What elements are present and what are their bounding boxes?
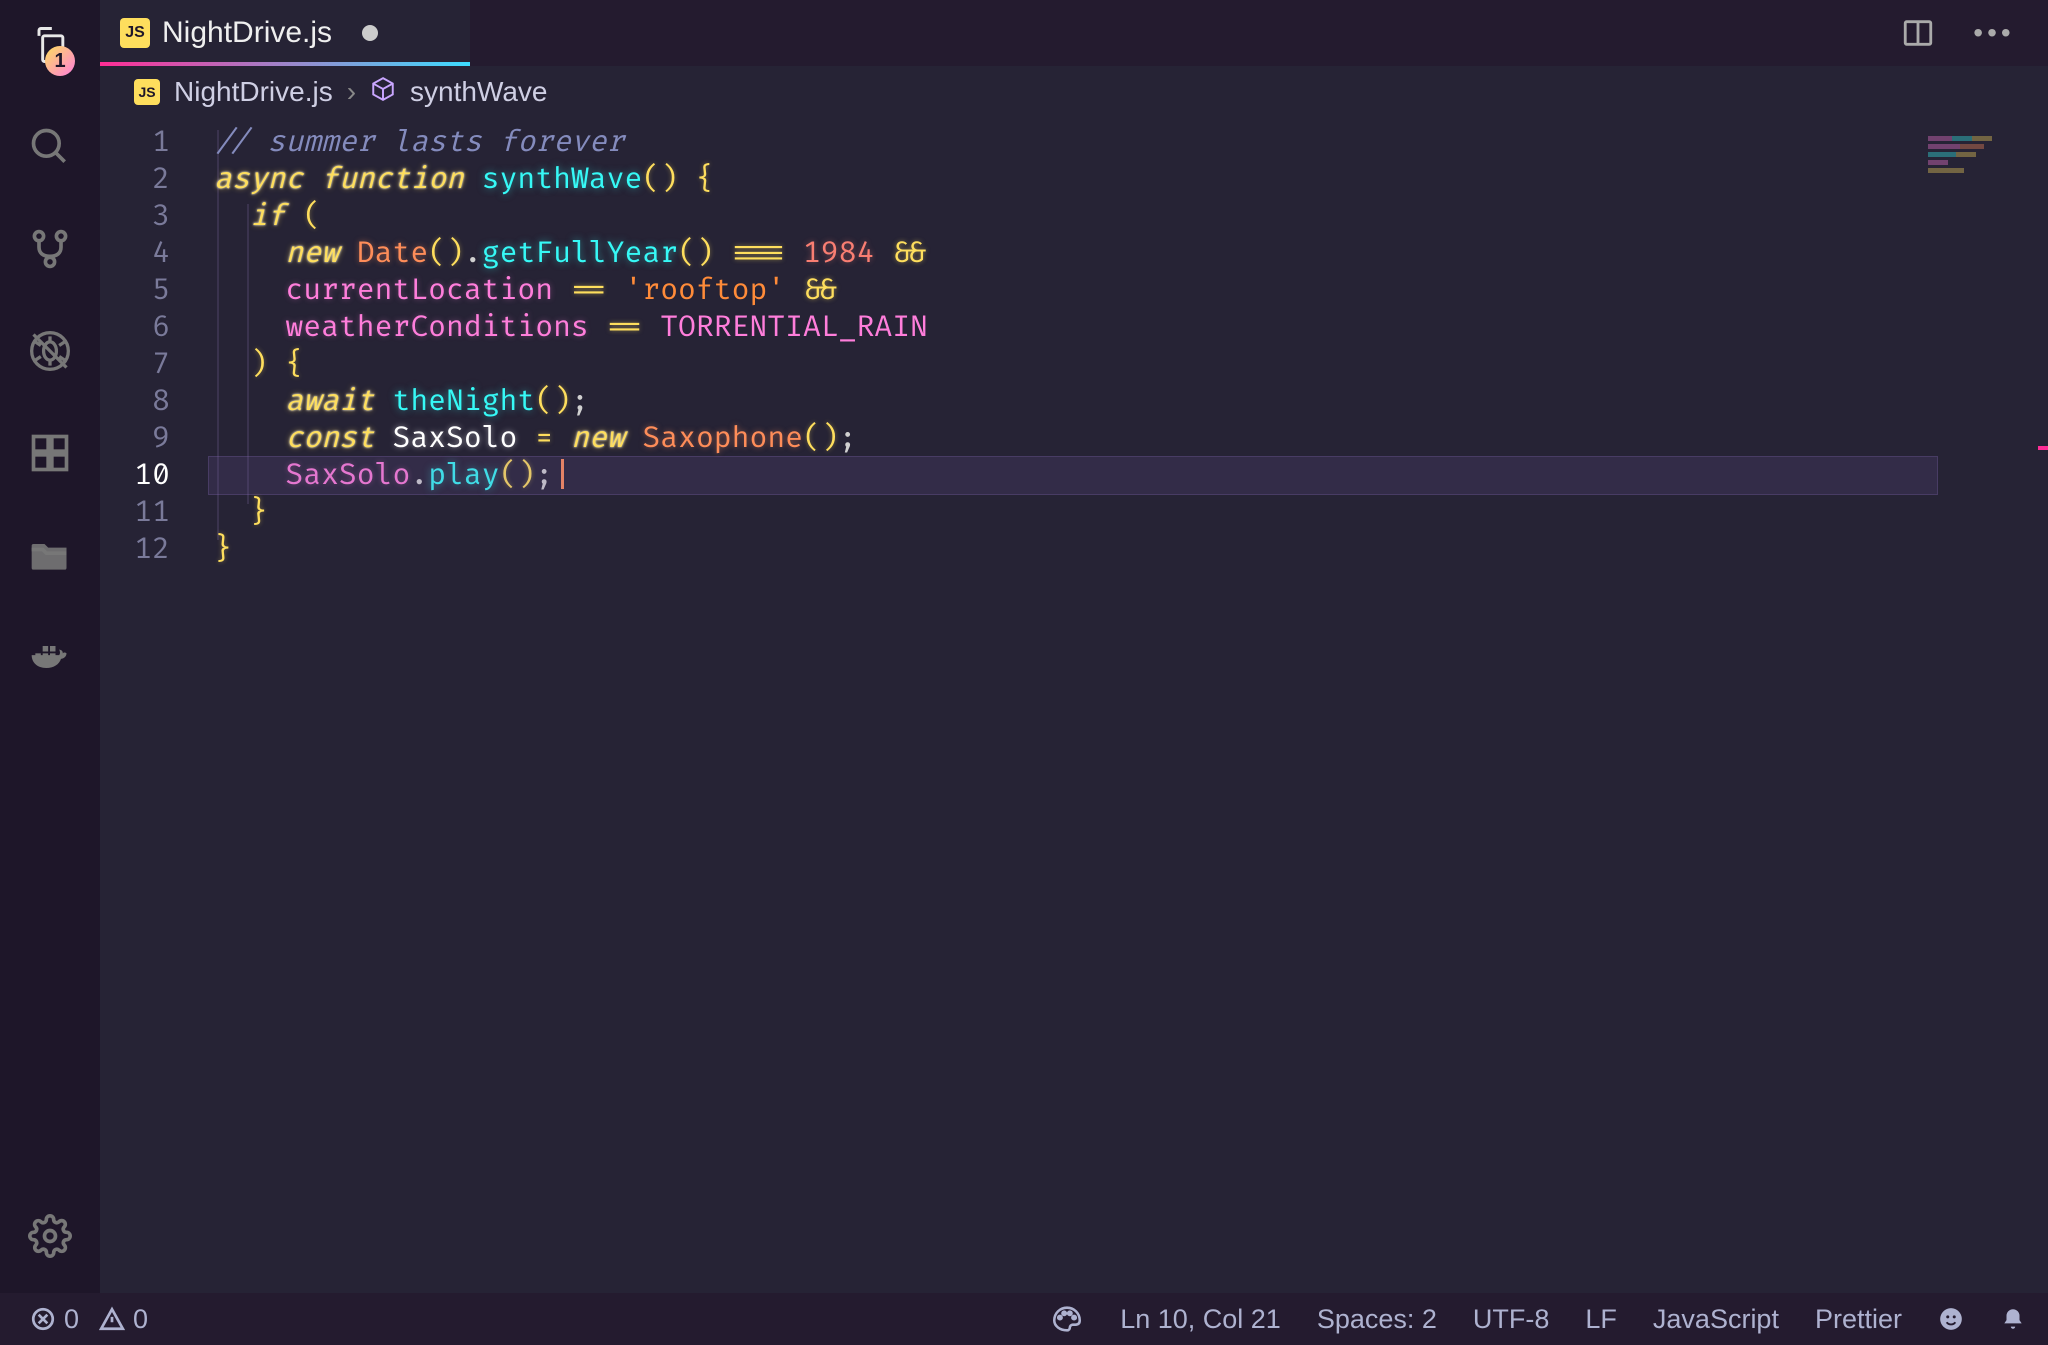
gutter: 1 2 3 4 5 6 7 8 9 10 11 12	[100, 124, 196, 1293]
extensions-icon[interactable]	[23, 426, 77, 480]
source-control-icon[interactable]	[23, 222, 77, 276]
folders-icon[interactable]	[23, 528, 77, 582]
breadcrumb[interactable]: JS NightDrive.js › synthWave	[100, 66, 2048, 118]
js-file-icon: JS	[134, 79, 160, 105]
status-language[interactable]: JavaScript	[1653, 1304, 1779, 1335]
notifications-bell-icon[interactable]	[2000, 1306, 2026, 1332]
tab-label: NightDrive.js	[162, 16, 332, 50]
dirty-dot-icon	[362, 25, 378, 41]
cursor	[561, 459, 564, 489]
color-theme-icon[interactable]	[1050, 1302, 1084, 1336]
status-bar: 0 0 Ln 10, Col 21 Spaces: 2 UTF-8 LF Jav…	[0, 1293, 2048, 1345]
status-indentation[interactable]: Spaces: 2	[1317, 1304, 1437, 1335]
feedback-smiley-icon[interactable]	[1938, 1306, 1964, 1332]
debug-disabled-icon[interactable]	[23, 324, 77, 378]
editor-group: JS NightDrive.js ••• JS NightDrive.js ›	[100, 0, 2048, 1293]
status-cursor-position[interactable]: Ln 10, Col 21	[1120, 1304, 1281, 1335]
status-eol[interactable]: LF	[1585, 1304, 1617, 1335]
app-root: 1	[0, 0, 2048, 1345]
docker-icon[interactable]	[23, 630, 77, 684]
minimap[interactable]	[1928, 134, 2008, 190]
active-tab-underline	[100, 62, 470, 66]
search-icon[interactable]	[23, 120, 77, 174]
breadcrumb-file: NightDrive.js	[174, 76, 333, 108]
activity-bar: 1	[0, 0, 100, 1293]
chevron-right-icon: ›	[347, 76, 356, 108]
status-formatter[interactable]: Prettier	[1815, 1304, 1902, 1335]
symbol-method-icon	[370, 76, 396, 109]
js-file-icon: JS	[120, 18, 150, 48]
explorer-badge: 1	[45, 46, 75, 76]
code-area[interactable]: // summer lasts forever async function s…	[196, 124, 2048, 1293]
code-editor[interactable]: 1 2 3 4 5 6 7 8 9 10 11 12 // summer las…	[100, 118, 2048, 1293]
more-actions-icon[interactable]: •••	[1976, 15, 2012, 51]
status-errors[interactable]: 0	[30, 1304, 79, 1335]
explorer-icon[interactable]: 1	[23, 18, 77, 72]
tab-nightdrive[interactable]: JS NightDrive.js	[100, 0, 470, 66]
status-warnings[interactable]: 0	[99, 1304, 148, 1335]
split-editor-icon[interactable]	[1900, 15, 1936, 51]
overview-ruler-mark	[2038, 446, 2048, 450]
tab-bar: JS NightDrive.js •••	[100, 0, 2048, 66]
settings-gear-icon[interactable]	[23, 1209, 77, 1263]
status-encoding[interactable]: UTF-8	[1473, 1304, 1550, 1335]
breadcrumb-symbol: synthWave	[410, 76, 547, 108]
